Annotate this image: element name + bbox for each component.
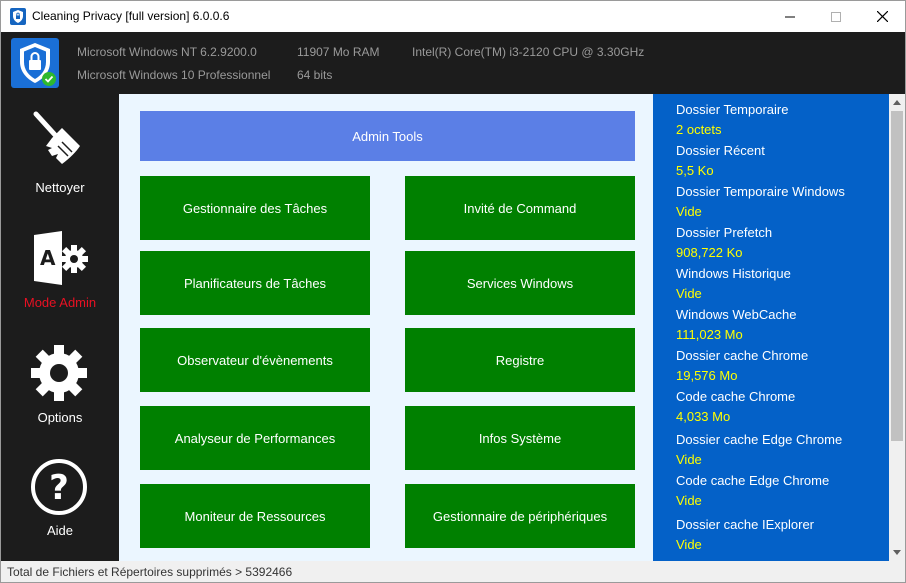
windows-services-button[interactable]: Services Windows xyxy=(405,251,635,315)
sidebar-item-label: Nettoyer xyxy=(35,180,85,195)
event-viewer-button[interactable]: Observateur d'évènements xyxy=(140,328,370,392)
scroll-up-button[interactable] xyxy=(889,94,905,111)
item-value: Vide xyxy=(676,537,702,552)
item-name: Dossier cache IExplorer xyxy=(676,517,814,532)
cpu-info: Intel(R) Core(TM) i3-2120 CPU @ 3.30GHz xyxy=(412,45,645,59)
item-name: Windows WebCache xyxy=(676,307,797,322)
item-value: Vide xyxy=(676,452,702,467)
item-name: Dossier Prefetch xyxy=(676,225,773,240)
admin-tools-button[interactable]: Admin Tools xyxy=(140,111,635,161)
list-item: Dossier cache Chrome 19,576 Mo xyxy=(676,346,808,386)
list-item: Dossier Récent 5,5 Ko xyxy=(676,141,765,181)
list-item: Dossier Temporaire 2 octets xyxy=(676,100,788,140)
item-name: Dossier Temporaire Windows xyxy=(676,184,845,199)
sidebar-item-label: Options xyxy=(37,410,83,425)
list-item: Dossier cache Edge Chrome Vide xyxy=(676,430,842,470)
chevron-down-icon xyxy=(893,550,901,555)
minimize-icon xyxy=(785,16,795,17)
sidebar-item-label: Mode Admin xyxy=(23,295,97,310)
sidebar: Nettoyer A Mode Admin Options ? Aide xyxy=(1,94,119,561)
ram-info: 11907 Mo RAM xyxy=(297,45,380,59)
item-value: Vide xyxy=(676,286,702,301)
shield-logo-icon xyxy=(11,38,59,88)
sidebar-item-aide[interactable]: ? Aide xyxy=(1,444,119,556)
item-name: Code cache Chrome xyxy=(676,389,796,404)
list-item: Dossier Temporaire Windows Vide xyxy=(676,182,845,222)
item-name: Windows Historique xyxy=(676,266,791,281)
gear-icon xyxy=(31,345,87,401)
item-name: Code cache Edge Chrome xyxy=(676,473,830,488)
help-icon: ? xyxy=(31,459,87,515)
os-edition: Microsoft Windows 10 Professionnel xyxy=(77,68,271,82)
device-manager-button[interactable]: Gestionnaire de périphériques xyxy=(405,484,635,548)
item-name: Dossier Récent xyxy=(676,143,765,158)
list-item: Dossier cache IExplorer Vide xyxy=(676,515,814,555)
close-button[interactable] xyxy=(859,1,905,32)
registry-button[interactable]: Registre xyxy=(405,328,635,392)
admin-icon: A xyxy=(34,231,88,285)
svg-text:?: ? xyxy=(49,468,69,508)
list-item: Code cache Edge Chrome Vide xyxy=(676,471,829,511)
item-name: Dossier cache Chrome xyxy=(676,348,809,363)
broom-icon xyxy=(33,111,80,164)
panel-scrollbar[interactable] xyxy=(889,94,905,561)
sidebar-item-nettoyer[interactable]: Nettoyer xyxy=(1,94,119,206)
status-text: Total de Fichiers et Répertoires supprim… xyxy=(7,565,293,579)
item-value: 5,5 Ko xyxy=(676,163,714,178)
scroll-thumb[interactable] xyxy=(891,111,903,441)
task-manager-button[interactable]: Gestionnaire des Tâches xyxy=(140,176,370,240)
command-prompt-button[interactable]: Invité de Command xyxy=(405,176,635,240)
sidebar-item-mode-admin[interactable]: A Mode Admin xyxy=(1,215,119,327)
chevron-up-icon xyxy=(893,100,901,105)
item-name: Dossier Temporaire xyxy=(676,102,789,117)
list-item: Windows Historique Vide xyxy=(676,264,791,304)
sidebar-item-label: Aide xyxy=(46,523,74,538)
item-value: Vide xyxy=(676,204,702,219)
resource-monitor-button[interactable]: Moniteur de Ressources xyxy=(140,484,370,548)
list-item: Dossier Prefetch 908,722 Ko xyxy=(676,223,772,263)
window-title: Cleaning Privacy [full version] 6.0.0.6 xyxy=(32,9,230,23)
item-value: 19,576 Mo xyxy=(676,368,738,383)
maximize-icon xyxy=(831,11,841,22)
shield-app-icon xyxy=(10,8,26,25)
os-name: Microsoft Windows NT 6.2.9200.0 xyxy=(77,45,257,59)
item-value: 908,722 Ko xyxy=(676,245,743,260)
list-item: Windows WebCache 111,023 Mo xyxy=(676,305,796,345)
item-value: Vide xyxy=(676,493,702,508)
item-name: Dossier cache Edge Chrome xyxy=(676,432,843,447)
app-window: Cleaning Privacy [full version] 6.0.0.6 … xyxy=(0,0,906,583)
task-scheduler-button[interactable]: Planificateurs de Tâches xyxy=(140,251,370,315)
admin-tools-area: Admin Tools Gestionnaire des Tâches Invi… xyxy=(119,94,653,561)
sidebar-item-options[interactable]: Options xyxy=(1,330,119,442)
close-icon xyxy=(876,11,888,22)
status-bar: Total de Fichiers et Répertoires supprim… xyxy=(1,561,905,582)
list-item: Code cache Chrome 4,033 Mo xyxy=(676,387,795,427)
scroll-down-button[interactable] xyxy=(889,544,905,561)
maximize-button[interactable] xyxy=(813,1,859,32)
item-value: 4,033 Mo xyxy=(676,409,731,424)
performance-monitor-button[interactable]: Analyseur de Performances xyxy=(140,406,370,470)
svg-text:A: A xyxy=(40,246,56,270)
title-bar[interactable]: Cleaning Privacy [full version] 6.0.0.6 xyxy=(1,1,905,32)
arch-info: 64 bits xyxy=(297,68,333,82)
item-value: 2 octets xyxy=(676,122,722,137)
item-value: 111,023 Mo xyxy=(676,327,743,342)
minimize-button[interactable] xyxy=(767,1,813,32)
system-info-header: Microsoft Windows NT 6.2.9200.0 Microsof… xyxy=(1,32,905,94)
cleanup-summary-panel: Dossier Temporaire 2 octets Dossier Récen… xyxy=(653,94,889,561)
system-info-button[interactable]: Infos Système xyxy=(405,406,635,470)
